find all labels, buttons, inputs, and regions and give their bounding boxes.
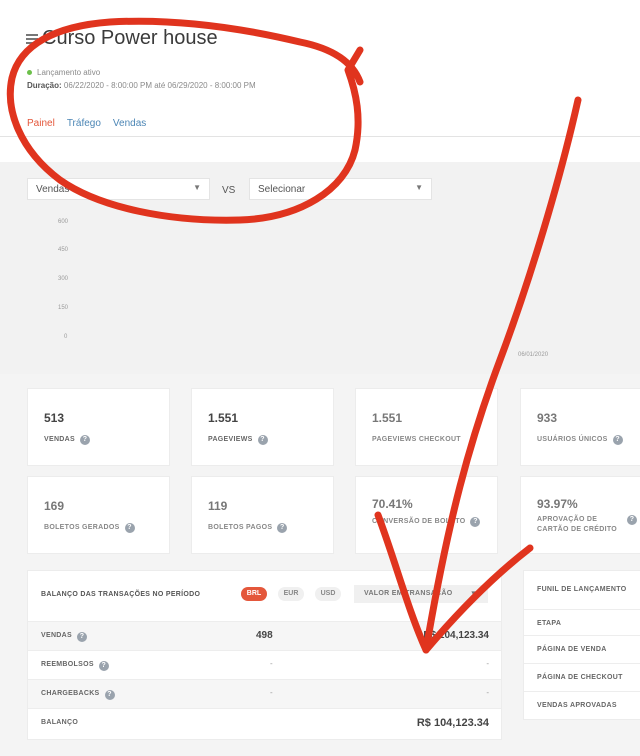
y-tick-label: 600 — [58, 219, 69, 225]
info-icon[interactable]: ? — [104, 690, 115, 700]
row-amount: - — [486, 688, 489, 697]
metric-label: BOLETOS GERADOS — [44, 524, 120, 531]
info-icon[interactable]: ? — [124, 523, 135, 533]
tab-trafego[interactable]: Tráfego — [67, 118, 101, 135]
metric-select-right-value: Selecionar — [258, 184, 306, 195]
metric-label: APROVAÇÃO DE CARTÃO DE CRÉDITO — [537, 516, 618, 533]
metric-card-conversao-boleto: 70.41% CONVERSÃO DE BOLETO? — [355, 476, 498, 554]
metric-card-vendas: 513 VENDAS? — [27, 388, 170, 466]
duration-label: Duração: — [27, 81, 62, 90]
y-tick-label: 300 — [58, 276, 69, 282]
row-label: VENDAS — [41, 632, 72, 639]
status-dot-icon — [27, 70, 32, 75]
currency-eur[interactable]: EUR — [278, 587, 304, 601]
y-tick-label: 0 — [64, 334, 68, 340]
metric-value: 933 — [537, 411, 558, 425]
currency-usd[interactable]: USD — [315, 587, 341, 601]
chevron-down-icon: ▼ — [193, 183, 201, 192]
metric-card-usuarios-unicos: 933 USUÁRIOS ÚNICOS? — [520, 388, 640, 466]
metric-select-left[interactable]: Vendas ▼ — [27, 178, 210, 200]
x-tick-label: 06/01/2020 — [518, 352, 549, 358]
info-icon[interactable]: ? — [79, 435, 90, 445]
metric-label: USUÁRIOS ÚNICOS — [537, 436, 608, 443]
row-count: - — [270, 688, 273, 697]
menu-icon[interactable] — [26, 34, 38, 44]
launch-funnel-panel: FUNIL DE LANÇAMENTO ETAPA PÁGINA DE VEND… — [523, 570, 640, 720]
metric-select-right[interactable]: Selecionar ▼ — [249, 178, 432, 200]
table-row-total: BALANÇO R$ 104,123.34 — [28, 708, 501, 737]
currency-brl[interactable]: BRL — [241, 587, 267, 601]
vs-label: VS — [222, 185, 236, 196]
metric-value: 169 — [44, 499, 65, 513]
info-icon[interactable]: ? — [612, 435, 623, 445]
metric-label: PAGEVIEWS CHECKOUT — [372, 436, 461, 443]
row-amount: - — [486, 659, 489, 668]
row-amount: R$ 104,123.34 — [423, 630, 489, 641]
metric-card-pageviews-checkout: 1.551 PAGEVIEWS CHECKOUT — [355, 388, 498, 466]
tab-painel[interactable]: Painel — [27, 118, 55, 135]
metric-card-pageviews: 1.551 PAGEVIEWS? — [191, 388, 334, 466]
metric-value: 513 — [44, 411, 65, 425]
row-label: BALANÇO — [41, 719, 79, 726]
row-amount: R$ 104,123.34 — [416, 717, 489, 729]
metric-label: VENDAS — [44, 436, 75, 443]
metric-select-left-value: Vendas — [36, 184, 70, 195]
funnel-title: FUNIL DE LANÇAMENTO — [537, 586, 627, 593]
metric-label: PAGEVIEWS — [208, 436, 253, 443]
tab-divider — [0, 136, 640, 137]
info-icon[interactable]: ? — [277, 523, 288, 533]
balance-title: BALANÇO DAS TRANSAÇÕES NO PERÍODO — [41, 591, 201, 598]
table-row: CHARGEBACKS? - - — [28, 679, 501, 708]
launch-duration: Duração: 06/22/2020 - 8:00:00 PM até 06/… — [27, 81, 256, 90]
metric-card-boletos-gerados: 169 BOLETOS GERADOS? — [27, 476, 170, 554]
balance-panel: BALANÇO DAS TRANSAÇÕES NO PERÍODO BRL EU… — [27, 570, 502, 740]
metric-value: 119 — [208, 499, 228, 513]
funnel-row: VENDAS APROVADAS — [524, 691, 640, 719]
info-icon[interactable]: ? — [76, 632, 87, 642]
row-count: 498 — [256, 630, 273, 641]
row-label: REEMBOLSOS — [41, 661, 94, 668]
metric-card-aprovacao-cartao: 93.97% APROVAÇÃO DE CARTÃO DE CRÉDITO? — [520, 476, 640, 554]
metric-card-boletos-pagos: 119 BOLETOS PAGOS? — [191, 476, 334, 554]
duration-value: 06/22/2020 - 8:00:00 PM até 06/29/2020 -… — [63, 81, 256, 90]
chevron-down-icon: ▼ — [415, 183, 423, 192]
metric-label: CONVERSÃO DE BOLETO — [372, 518, 466, 525]
info-icon[interactable]: ? — [470, 517, 481, 527]
table-row: VENDAS? 498 R$ 104,123.34 — [28, 621, 501, 650]
row-label: CHARGEBACKS — [41, 690, 100, 697]
tab-bar: Painel Tráfego Vendas — [27, 118, 146, 135]
value-type-dropdown[interactable]: VALOR EM TRANSAÇÃO ▼ — [354, 585, 488, 603]
funnel-row: PÁGINA DE VENDA — [524, 635, 640, 663]
y-tick-label: 150 — [58, 305, 69, 311]
funnel-row: PÁGINA DE CHECKOUT — [524, 663, 640, 691]
table-row: REEMBOLSOS? - - — [28, 650, 501, 679]
metric-value: 93.97% — [537, 497, 578, 511]
caret-down-icon: ▼ — [469, 589, 478, 598]
info-icon[interactable]: ? — [627, 515, 637, 525]
funnel-row: ETAPA — [524, 609, 640, 637]
info-icon[interactable]: ? — [98, 661, 109, 671]
page-title: Curso Power house — [42, 27, 218, 49]
metric-value: 1.551 — [208, 411, 239, 425]
status-text: Lançamento ativo — [37, 68, 101, 77]
tab-vendas[interactable]: Vendas — [113, 118, 146, 135]
launch-status: Lançamento ativo — [27, 68, 100, 77]
metric-value: 70.41% — [372, 497, 413, 511]
value-type-label: VALOR EM TRANSAÇÃO — [364, 590, 453, 597]
y-tick-label: 450 — [58, 247, 69, 253]
row-count: - — [270, 659, 273, 668]
metric-label: BOLETOS PAGOS — [208, 524, 273, 531]
metric-value: 1.551 — [372, 411, 403, 425]
info-icon[interactable]: ? — [257, 435, 268, 445]
